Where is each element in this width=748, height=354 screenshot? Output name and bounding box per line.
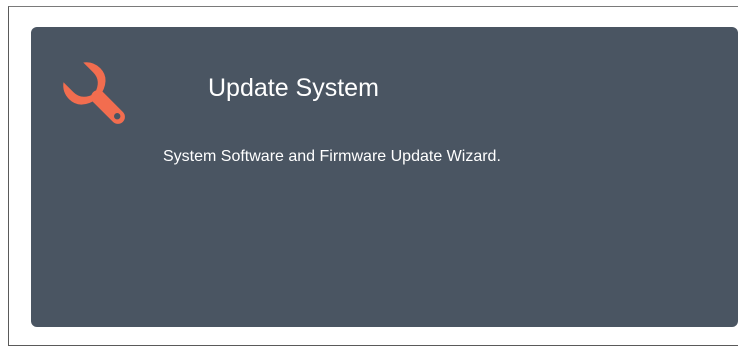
wrench-icon: [58, 57, 134, 133]
card-title: Update System: [208, 74, 379, 102]
card-description: System Software and Firmware Update Wiza…: [163, 148, 501, 165]
update-system-card[interactable]: Update System System Software and Firmwa…: [31, 27, 738, 327]
